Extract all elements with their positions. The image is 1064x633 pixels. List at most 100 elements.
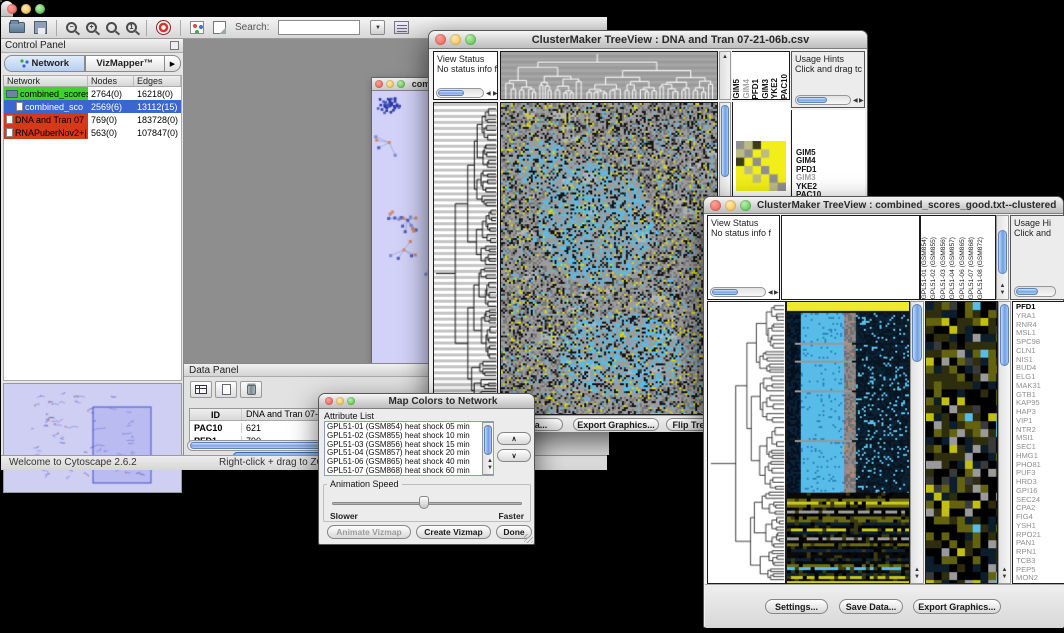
close-icon[interactable]: [325, 397, 333, 405]
float-panel-icon[interactable]: [170, 41, 179, 50]
more-tabs-icon[interactable]: ▶: [165, 55, 181, 72]
heatmap-vscrollbar[interactable]: ▲ ▼: [910, 301, 924, 584]
scroll-left-icon[interactable]: ◀: [768, 288, 773, 298]
zoom-selected-icon[interactable]: [106, 22, 117, 33]
column-dendrogram-panel[interactable]: [781, 215, 920, 300]
move-down-button[interactable]: ∨: [497, 449, 531, 462]
usage-hints-hscrollbar[interactable]: [795, 95, 851, 105]
scrollbar-thumb[interactable]: [998, 230, 1007, 274]
scroll-up-icon[interactable]: ▲: [999, 567, 1010, 574]
scroll-up-icon[interactable]: ▲: [485, 458, 494, 465]
treeview1-titlebar[interactable]: ClusterMaker TreeView : DNA and Tran 07-…: [429, 31, 867, 49]
zoom-window-icon[interactable]: [740, 200, 751, 211]
scroll-left-icon[interactable]: ◀: [486, 89, 491, 99]
scroll-right-icon[interactable]: ▶: [859, 96, 864, 106]
animate-vizmap-button[interactable]: Animate Vizmap: [327, 525, 411, 539]
export-graphics-button[interactable]: Export Graphics...: [573, 418, 659, 431]
treeview2-titlebar[interactable]: ClusterMaker TreeView : combined_scores_…: [704, 197, 1063, 214]
column-scroll-strip[interactable]: ▲: [719, 51, 731, 100]
table-row[interactable]: RNAPuberNov2+| 563(0) 107847(0): [4, 126, 181, 139]
zoom-heatmap-canvas[interactable]: [925, 301, 998, 584]
network-overview-canvas[interactable]: [5, 385, 180, 491]
move-up-button[interactable]: ∧: [497, 432, 531, 445]
resize-grip[interactable]: [524, 534, 533, 543]
minimize-icon[interactable]: [21, 4, 31, 14]
scrollbar-thumb[interactable]: [1000, 304, 1009, 366]
zoom-window-icon[interactable]: [397, 80, 405, 88]
speed-slider-thumb[interactable]: [419, 496, 429, 509]
search-input[interactable]: [278, 20, 360, 35]
table-row[interactable]: combined_scores_ 2764(0) 16218(0): [4, 87, 181, 100]
view-status-hscrollbar[interactable]: [710, 287, 766, 297]
scrollbar-thumb[interactable]: [438, 90, 464, 96]
zoom-out-icon[interactable]: −: [66, 22, 77, 33]
usage-hints-hscrollbar[interactable]: [1014, 286, 1056, 297]
attribute-list-vscrollbar[interactable]: ▲ ▼: [482, 422, 494, 475]
close-icon[interactable]: [7, 4, 17, 14]
scroll-up-icon[interactable]: ▲: [911, 567, 923, 574]
attribute-browser-icon[interactable]: [394, 21, 409, 34]
scrollbar-thumb[interactable]: [712, 289, 738, 295]
heatmap-canvas[interactable]: [786, 301, 910, 584]
view-status-label: View Status: [437, 54, 484, 64]
attribute-list[interactable]: ▲ ▼ GPL51-01 (GSM854) heat shock 05 minG…: [324, 421, 494, 476]
heatmap-canvas[interactable]: [500, 102, 718, 415]
attribute-select-button[interactable]: [190, 381, 212, 398]
minimize-icon[interactable]: [725, 200, 736, 211]
zoom-window-icon[interactable]: [35, 4, 45, 14]
scroll-left-icon[interactable]: ◀: [853, 96, 858, 106]
gene-list-vscrollbar[interactable]: ▲ ▼: [998, 301, 1011, 584]
tab-vizmapper[interactable]: VizMapper™: [85, 55, 166, 72]
row-dendrogram-canvas[interactable]: [707, 301, 786, 584]
zoom-window-icon[interactable]: [347, 397, 355, 405]
close-icon[interactable]: [710, 200, 721, 211]
network-list: combined_scores_ 2764(0) 16218(0) combin…: [3, 87, 182, 140]
dialog-titlebar[interactable]: Map Colors to Network: [319, 394, 534, 409]
table-row[interactable]: DNA and Tran 07 769(0) 183728(0): [4, 113, 181, 126]
scroll-down-icon[interactable]: ▼: [485, 465, 494, 472]
scroll-right-icon[interactable]: ▶: [774, 288, 779, 298]
settings-button[interactable]: Settings...: [765, 599, 828, 614]
vizmapper-icon[interactable]: [190, 21, 204, 34]
dialog-title: Map Colors to Network: [358, 396, 528, 407]
close-icon[interactable]: [435, 34, 446, 45]
network-overview-panel[interactable]: [3, 383, 182, 493]
help-icon[interactable]: [156, 20, 171, 35]
annotation-icon[interactable]: [213, 21, 226, 34]
attribute-item[interactable]: GPL51-07 (GSM868) heat shock 60 min: [325, 467, 493, 476]
delete-attribute-button[interactable]: [240, 381, 262, 398]
scrollbar-thumb[interactable]: [484, 425, 492, 455]
zoom-in-icon[interactable]: +: [86, 22, 97, 33]
scroll-down-icon[interactable]: ▼: [997, 290, 1008, 297]
view-status-hscrollbar[interactable]: [436, 88, 484, 98]
save-icon[interactable]: [34, 21, 47, 34]
close-icon[interactable]: [375, 80, 383, 88]
row-dendrogram-canvas[interactable]: [433, 102, 498, 415]
create-vizmap-button[interactable]: Create Vizmap: [416, 525, 491, 539]
zoom-fit-icon[interactable]: 1: [126, 22, 137, 33]
main-titlebar[interactable]: Cytoscape Desktop (Session Name: collins…: [1, 1, 13, 17]
scrollbar-thumb[interactable]: [721, 105, 729, 177]
table-row-selected[interactable]: combined_sco 2569(6) 13112(15): [4, 100, 181, 113]
scroll-down-icon[interactable]: ▼: [999, 574, 1010, 581]
scroll-right-icon[interactable]: ▶: [493, 89, 498, 99]
scrollbar-thumb[interactable]: [912, 304, 922, 362]
open-file-icon[interactable]: [9, 22, 25, 33]
search-dropdown-icon[interactable]: ▼: [370, 20, 385, 35]
column-labels-vscrollbar[interactable]: ▲ ▼: [996, 215, 1009, 300]
minimize-icon[interactable]: [386, 80, 394, 88]
column-dendrogram-canvas[interactable]: [500, 51, 718, 100]
scrollbar-thumb[interactable]: [797, 97, 827, 103]
scroll-up-icon[interactable]: ▲: [997, 283, 1008, 290]
save-data-button[interactable]: Save Data...: [839, 599, 903, 614]
scroll-down-icon[interactable]: ▼: [911, 574, 923, 581]
export-graphics-button[interactable]: Export Graphics...: [913, 599, 1001, 614]
tab-network[interactable]: Network: [4, 55, 85, 72]
minimize-icon[interactable]: [450, 34, 461, 45]
scroll-up-icon[interactable]: ▲: [720, 54, 730, 61]
similarity-matrix-canvas[interactable]: [736, 141, 786, 191]
scrollbar-thumb[interactable]: [1016, 288, 1038, 295]
minimize-icon[interactable]: [336, 397, 344, 405]
new-attribute-button[interactable]: [215, 381, 237, 398]
zoom-window-icon[interactable]: [465, 34, 476, 45]
